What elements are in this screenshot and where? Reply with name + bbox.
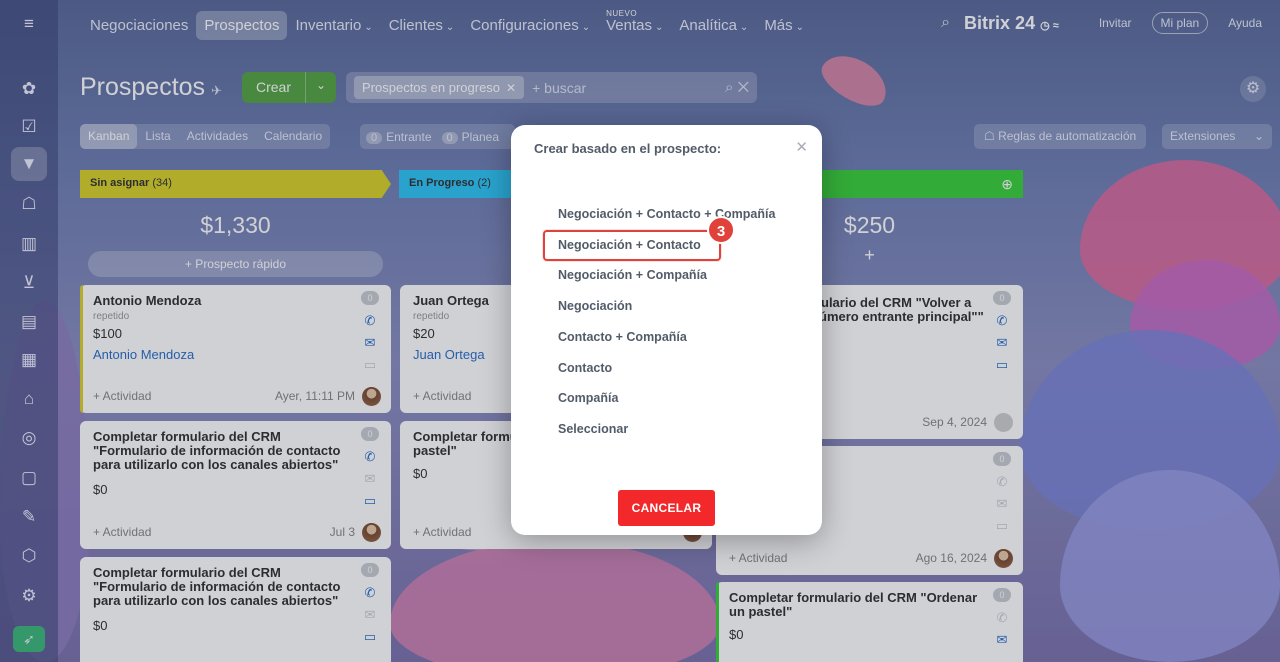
cancel-button[interactable]: CANCELAR (618, 490, 715, 526)
option-contact[interactable]: Contacto (558, 361, 612, 375)
option-select[interactable]: Seleccionar (558, 422, 628, 436)
close-icon[interactable]: ✕ (795, 138, 808, 156)
option-contact-company[interactable]: Contacto + Compañía (558, 330, 687, 344)
highlight-box (543, 230, 721, 261)
option-deal[interactable]: Negociación (558, 299, 632, 313)
option-deal-company[interactable]: Negociación + Compañía (558, 268, 707, 282)
convert-lead-dialog: Crear basado en el prospecto: ✕ Negociac… (511, 125, 822, 535)
option-company[interactable]: Compañía (558, 391, 618, 405)
step-number-badge: 3 (707, 216, 735, 244)
dialog-title: Crear basado en el prospecto: (534, 141, 722, 156)
option-deal-contact-company[interactable]: Negociación + Contacto + Compañía (558, 207, 775, 221)
